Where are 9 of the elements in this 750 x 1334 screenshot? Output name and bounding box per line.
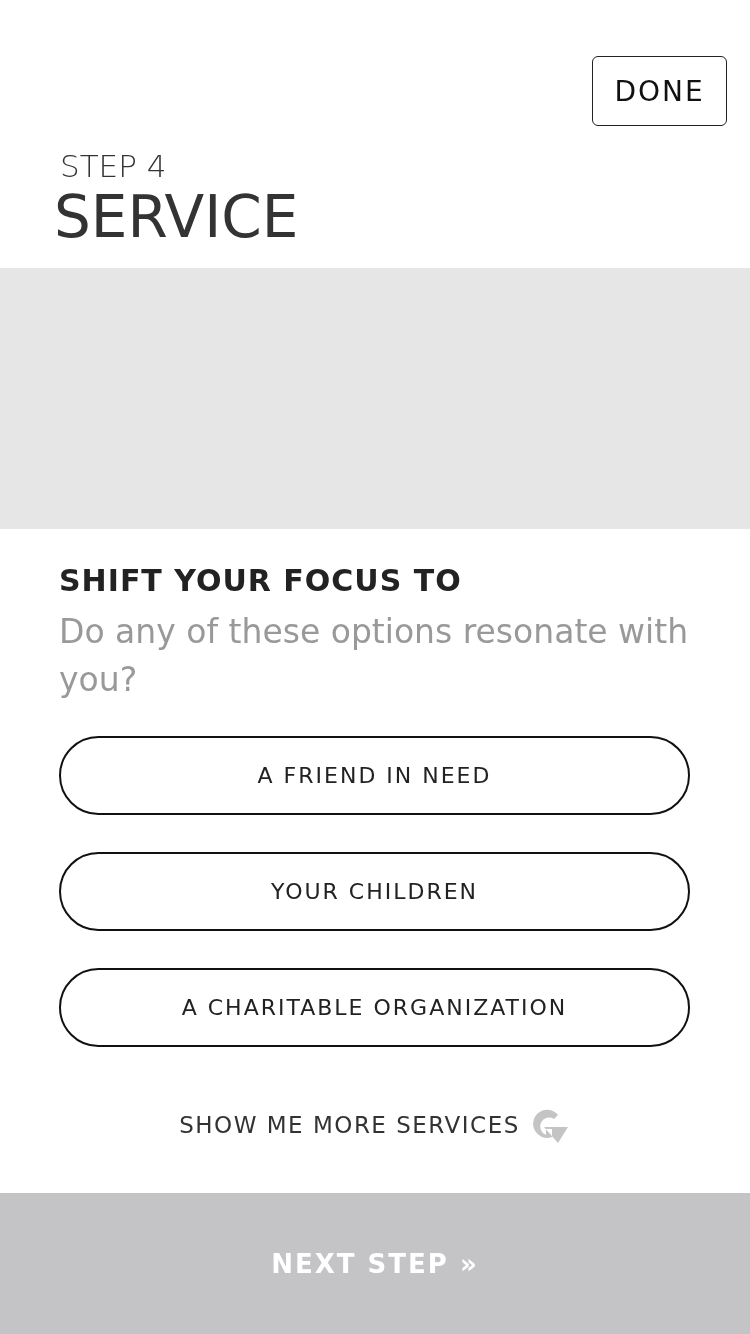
option-button[interactable]: A CHARITABLE ORGANIZATION: [59, 968, 690, 1047]
option-button[interactable]: YOUR CHILDREN: [59, 852, 690, 931]
option-button[interactable]: A FRIEND IN NEED: [59, 736, 690, 815]
page-title: SERVICE: [54, 184, 300, 250]
question-text: Do any of these options resonate with you?: [59, 611, 690, 701]
done-button[interactable]: DONE: [592, 56, 727, 126]
step-label: STEP 4: [60, 148, 168, 184]
section-heading: SHIFT YOUR FOCUS TO: [59, 563, 463, 598]
more-services-link[interactable]: SHOW ME MORE SERVICES: [179, 1112, 520, 1138]
